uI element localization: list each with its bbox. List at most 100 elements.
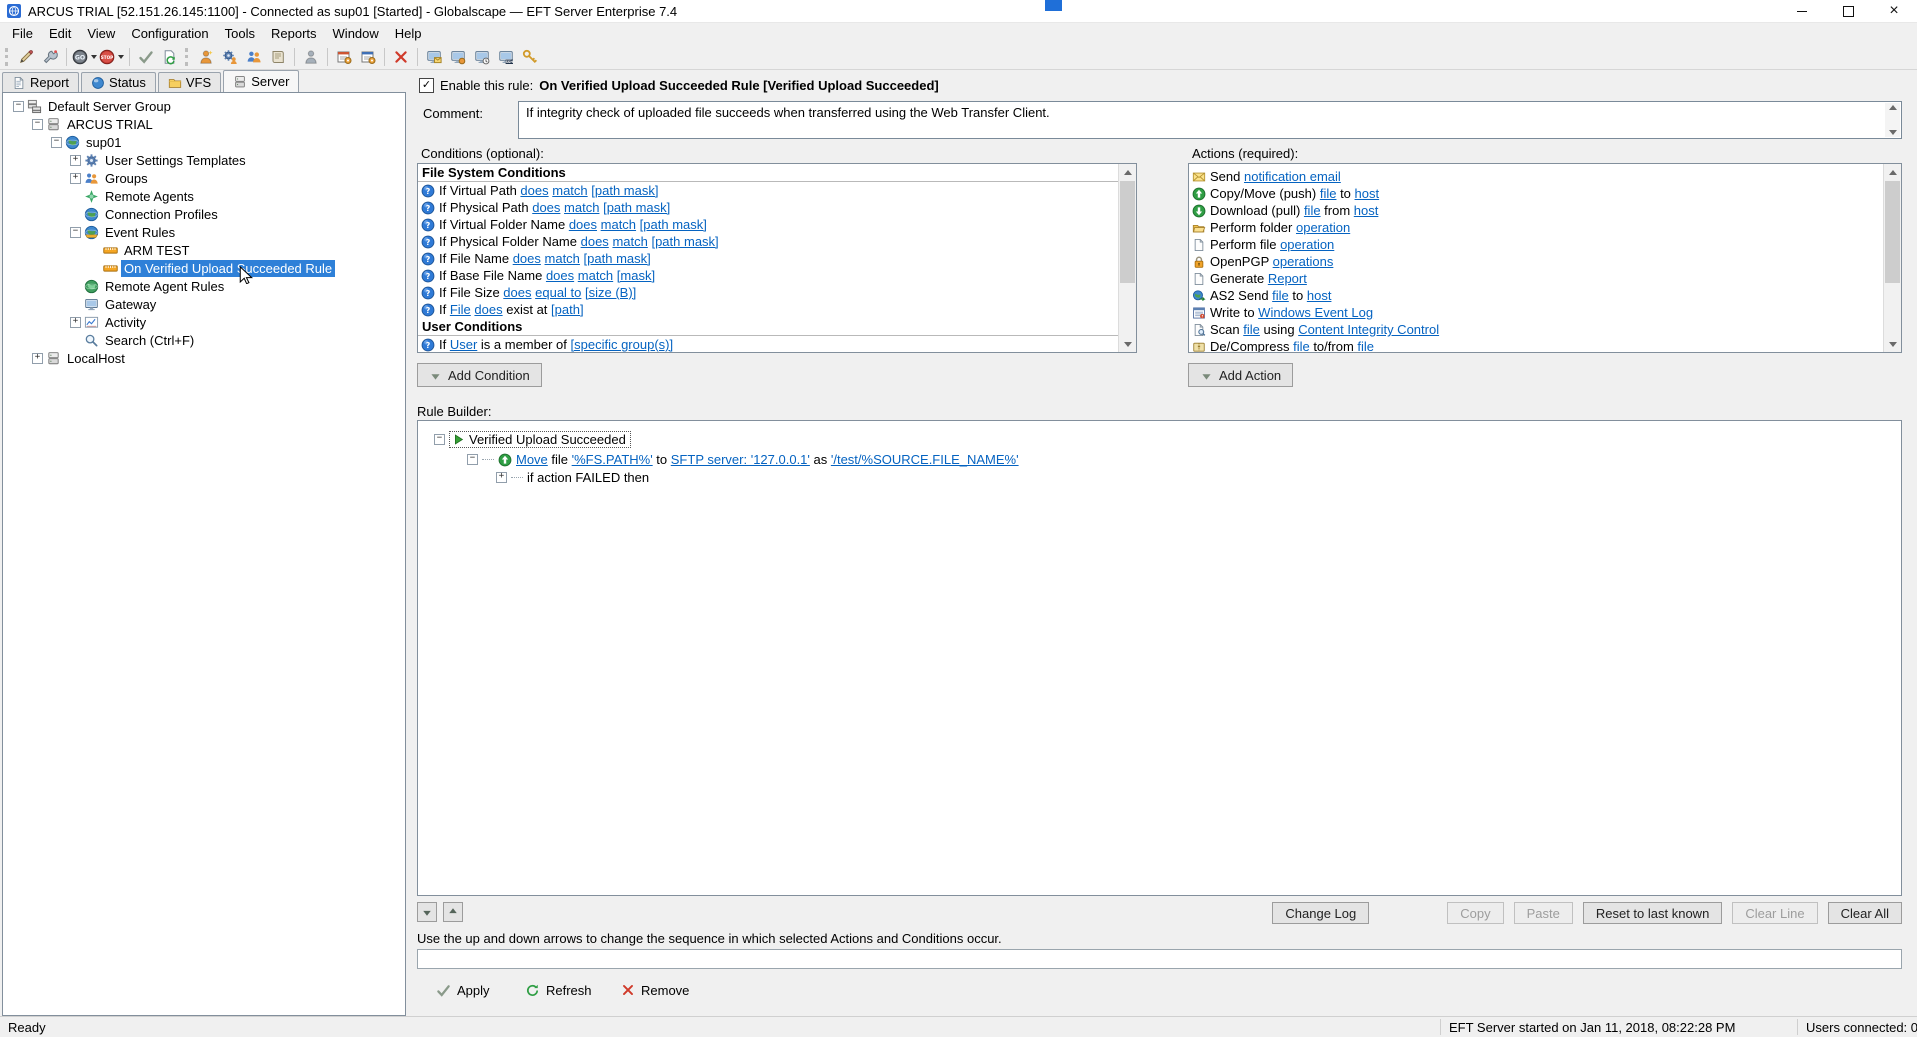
rule-node-event[interactable]: −Verified Upload Succeeded xyxy=(434,431,631,448)
action-item[interactable]: Copy/Move (push) file to host xyxy=(1189,185,1884,202)
action-item-link[interactable]: file xyxy=(1304,203,1321,218)
expand-plus-toggle[interactable]: + xyxy=(70,155,81,166)
copy-event-rule-button[interactable] xyxy=(357,46,379,68)
scrollbar-thumb[interactable] xyxy=(1885,181,1900,283)
go-button[interactable]: GO xyxy=(72,46,97,68)
rule-node-link[interactable]: Move xyxy=(516,452,548,467)
tab-vfs[interactable]: VFS xyxy=(158,72,221,92)
menu-edit[interactable]: Edit xyxy=(41,24,79,43)
tree-item-activity[interactable]: +Activity xyxy=(3,313,405,331)
condition-item-link[interactable]: equal to xyxy=(535,285,581,300)
condition-item-link[interactable]: [path mask] xyxy=(651,234,718,249)
rule-builder-canvas[interactable]: −Verified Upload Succeeded−Move file '%F… xyxy=(417,420,1902,896)
action-item-link[interactable]: Windows Event Log xyxy=(1258,305,1373,320)
move-up-button[interactable] xyxy=(443,902,463,922)
menu-view[interactable]: View xyxy=(79,24,123,43)
new-user-wizard-button[interactable] xyxy=(195,46,217,68)
tree-item-gateway[interactable]: Gateway xyxy=(3,295,405,313)
new-group-button[interactable] xyxy=(243,46,265,68)
action-item-link[interactable]: Report xyxy=(1268,271,1307,286)
actions-scrollbar[interactable] xyxy=(1883,164,1901,352)
condition-item[interactable]: ?If File Name does match [path mask] xyxy=(418,250,1119,267)
condition-item[interactable]: ?If File Size does equal to [size (B)] xyxy=(418,284,1119,301)
menu-window[interactable]: Window xyxy=(325,24,387,43)
timeout-monitor-button[interactable] xyxy=(471,46,493,68)
connect-wizard-button[interactable] xyxy=(15,46,37,68)
clear-line-button[interactable]: Clear Line xyxy=(1732,902,1817,924)
tree-item-localhost[interactable]: +LocalHost xyxy=(3,349,405,367)
condition-item[interactable]: ?If Virtual Folder Name does match [path… xyxy=(418,216,1119,233)
action-item[interactable]: Perform folder operation xyxy=(1189,219,1884,236)
scroll-up-icon[interactable] xyxy=(1889,105,1897,110)
action-item[interactable]: De/Compress file to/from file xyxy=(1189,338,1884,352)
stop-button[interactable]: STOP xyxy=(99,46,124,68)
maximize-button[interactable] xyxy=(1825,0,1871,22)
action-item-link[interactable]: operations xyxy=(1273,254,1334,269)
add-condition-button[interactable]: Add Condition xyxy=(417,363,542,387)
menu-file[interactable]: File xyxy=(4,24,41,43)
tree-item-default-server-group[interactable]: −Default Server Group xyxy=(3,97,405,115)
condition-item-link[interactable]: [path mask] xyxy=(584,251,651,266)
condition-item-link[interactable]: does xyxy=(569,217,597,232)
expand-plus-toggle[interactable]: + xyxy=(496,472,507,483)
condition-item[interactable]: ?If Physical Folder Name does match [pat… xyxy=(418,233,1119,250)
remove-button[interactable]: Remove xyxy=(615,978,695,1002)
condition-item-link[interactable]: match xyxy=(552,183,587,198)
rule-node-action[interactable]: −Move file '%FS.PATH%' to SFTP server: '… xyxy=(467,452,1019,467)
action-item-link[interactable]: host xyxy=(1355,186,1380,201)
paste-button[interactable]: Paste xyxy=(1514,902,1573,924)
expand-plus-toggle[interactable]: + xyxy=(70,317,81,328)
action-item-link[interactable]: file xyxy=(1272,288,1289,303)
new-event-rule-button[interactable] xyxy=(333,46,355,68)
action-item[interactable]: Generate Report xyxy=(1189,270,1884,287)
rule-node-link[interactable]: SFTP server: '127.0.0.1' xyxy=(671,452,810,467)
tab-report[interactable]: Report xyxy=(2,72,79,92)
condition-item[interactable]: ?If User is a member of [specific group(… xyxy=(418,336,1119,352)
action-item-link[interactable]: notification email xyxy=(1244,169,1341,184)
condition-item-link[interactable]: does xyxy=(546,268,574,283)
scroll-up-button[interactable] xyxy=(1119,164,1136,180)
refresh-config-button[interactable] xyxy=(159,46,181,68)
delete-button[interactable] xyxy=(390,46,412,68)
scroll-down-button[interactable] xyxy=(1119,336,1136,352)
expand-minus-toggle[interactable]: − xyxy=(51,137,62,148)
tree-item-search-ctrl-f[interactable]: Search (Ctrl+F) xyxy=(3,331,405,349)
status-viewer-button[interactable] xyxy=(423,46,445,68)
action-item[interactable]: Scan file using Content Integrity Contro… xyxy=(1189,321,1884,338)
scrollbar-thumb[interactable] xyxy=(1120,181,1135,283)
action-item-link[interactable]: operation xyxy=(1296,220,1350,235)
condition-item[interactable]: ?If File does exist at [path] xyxy=(418,301,1119,318)
socket-connection-button[interactable] xyxy=(39,46,61,68)
comment-scrollbar[interactable] xyxy=(1885,103,1900,137)
condition-item-link[interactable]: [size (B)] xyxy=(585,285,636,300)
condition-item[interactable]: ?If Base File Name does match [mask] xyxy=(418,267,1119,284)
apply-button[interactable]: Apply xyxy=(430,978,496,1002)
copy-button[interactable]: Copy xyxy=(1447,902,1503,924)
action-item[interactable]: Write to Windows Event Log xyxy=(1189,304,1884,321)
action-item[interactable]: Send notification email xyxy=(1189,168,1884,185)
admin-tools-button[interactable] xyxy=(519,46,541,68)
condition-item-link[interactable]: match xyxy=(578,268,613,283)
enable-rule-checkbox[interactable]: ✓ xyxy=(419,78,434,93)
condition-item[interactable]: ?If Physical Path does match [path mask] xyxy=(418,199,1119,216)
tree-item-remote-agents[interactable]: Remote Agents xyxy=(3,187,405,205)
condition-item-link[interactable]: File xyxy=(450,302,471,317)
refresh-button[interactable]: Refresh xyxy=(519,978,598,1002)
scroll-down-icon[interactable] xyxy=(1889,130,1897,135)
expand-minus-toggle[interactable]: − xyxy=(32,119,43,130)
scroll-up-button[interactable] xyxy=(1884,164,1901,180)
scroll-down-button[interactable] xyxy=(1884,336,1901,352)
menu-reports[interactable]: Reports xyxy=(263,24,325,43)
tree-item-remote-agent-rules[interactable]: Remote Agent Rules xyxy=(3,277,405,295)
action-item[interactable]: AS2 Send file to host xyxy=(1189,287,1884,304)
tab-status[interactable]: Status xyxy=(81,72,156,92)
expand-minus-toggle[interactable]: − xyxy=(70,227,81,238)
tree-item-user-settings-templates[interactable]: +User Settings Templates xyxy=(3,151,405,169)
tree-item-sup01[interactable]: −sup01 xyxy=(3,133,405,151)
expand-minus-toggle[interactable]: − xyxy=(467,454,478,465)
tree-item-arm-test[interactable]: ARM TEST xyxy=(3,241,405,259)
expand-plus-toggle[interactable]: + xyxy=(32,353,43,364)
condition-item-link[interactable]: does xyxy=(503,285,531,300)
apply-changes-button[interactable] xyxy=(135,46,157,68)
comment-input[interactable]: If integrity check of uploaded file succ… xyxy=(518,101,1902,139)
